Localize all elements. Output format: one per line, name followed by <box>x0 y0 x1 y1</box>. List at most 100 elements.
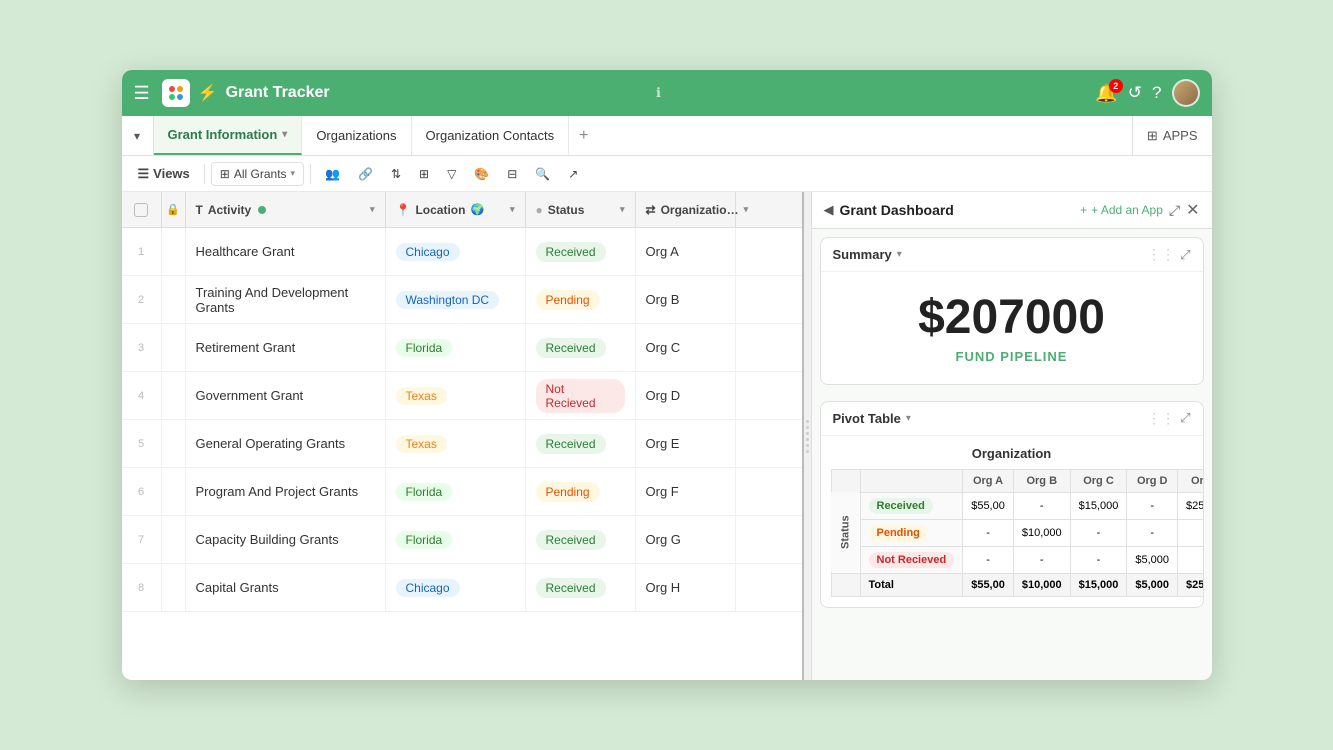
palette-icon-btn[interactable]: 🎨 <box>466 163 497 185</box>
row-lock <box>162 420 186 467</box>
row-number: 7 <box>122 516 162 563</box>
panel-title: Grant Dashboard <box>840 202 1075 218</box>
row-lock <box>162 564 186 611</box>
share-icon-btn[interactable]: ↗ <box>560 163 586 185</box>
table-row[interactable]: 7 Capacity Building Grants Florida Recei… <box>122 516 802 564</box>
panel-header: ◀ Grant Dashboard + + Add an App ⤢ ✕ <box>812 192 1212 229</box>
row-lock <box>162 324 186 371</box>
table-row[interactable]: 1 Healthcare Grant Chicago Received Org … <box>122 228 802 276</box>
row-status: Received <box>526 228 636 275</box>
columns-icon: ⊟ <box>507 167 517 181</box>
table-row[interactable]: 5 General Operating Grants Texas Receive… <box>122 420 802 468</box>
apps-icon: ⊞ <box>1147 128 1158 144</box>
pivot-cell: $15,000 <box>1070 492 1127 519</box>
th-activity-caret: ▾ <box>370 204 375 215</box>
table-row[interactable]: 6 Program And Project Grants Florida Pen… <box>122 468 802 516</box>
table-row[interactable]: 3 Retirement Grant Florida Received Org … <box>122 324 802 372</box>
summary-drag-handle[interactable]: ⋮⋮ <box>1147 246 1175 263</box>
row-lock <box>162 372 186 419</box>
notifications-button[interactable]: 🔔 2 <box>1095 83 1117 104</box>
share-icon: ↗ <box>568 167 578 181</box>
row-location: Chicago <box>386 228 526 275</box>
th-organization[interactable]: ⇄ Organizatio… ▾ <box>636 192 736 227</box>
pivot-cell: - <box>1178 519 1203 546</box>
panel-close-icon[interactable]: ✕ <box>1186 200 1199 220</box>
th-location[interactable]: 📍 Location 🌍 ▾ <box>386 192 526 227</box>
select-all-checkbox[interactable] <box>134 203 148 217</box>
pivot-cell: - <box>963 546 1014 573</box>
table-row[interactable]: 2 Training And Development Grants Washin… <box>122 276 802 324</box>
row-org: Org H <box>636 564 736 611</box>
location-resize-handle[interactable] <box>521 192 525 227</box>
row-number: 8 <box>122 564 162 611</box>
columns-icon-btn[interactable]: ⊟ <box>499 163 525 185</box>
status-tag: Not Recieved <box>536 379 625 413</box>
people-icon-btn[interactable]: 👥 <box>317 163 348 185</box>
location-tag: Washington DC <box>396 291 500 309</box>
location-tag: Florida <box>396 339 453 357</box>
summary-amount: $207000 <box>918 292 1105 345</box>
pivot-caret[interactable]: ▾ <box>906 413 911 424</box>
tab-add-button[interactable]: + <box>569 116 598 155</box>
row-number: 1 <box>122 228 162 275</box>
notification-badge: 2 <box>1109 79 1123 93</box>
row-org: Org G <box>636 516 736 563</box>
avatar[interactable] <box>1172 79 1200 107</box>
row-status: Pending <box>526 276 636 323</box>
activity-resize-handle[interactable] <box>381 192 385 227</box>
status-resize-handle[interactable] <box>631 192 635 227</box>
tabs-row: ▾ Grant Information ▾ Organizations Orga… <box>122 116 1212 156</box>
th-status[interactable]: ● Status ▾ <box>526 192 636 227</box>
tab-organizations[interactable]: Organizations <box>302 116 411 155</box>
panel-expand-icon[interactable]: ⤢ <box>1169 202 1180 219</box>
table-row[interactable]: 4 Government Grant Texas Not Recieved Or… <box>122 372 802 420</box>
panel-collapse-icon[interactable]: ◀ <box>824 202 834 218</box>
th-checkbox[interactable] <box>122 192 162 227</box>
table-icon-btn[interactable]: ⊞ <box>411 163 437 185</box>
pivot-th-col: Org E <box>1178 469 1203 492</box>
add-app-label: + Add an App <box>1091 203 1163 217</box>
hamburger-icon[interactable]: ☰ <box>134 83 150 104</box>
info-icon[interactable]: ℹ <box>656 85 661 101</box>
summary-caret[interactable]: ▾ <box>897 249 902 260</box>
tab-org-contacts[interactable]: Organization Contacts <box>412 116 570 155</box>
apps-button[interactable]: ⊞ APPS <box>1132 116 1212 155</box>
tab-grant-information[interactable]: Grant Information ▾ <box>154 116 303 155</box>
row-location: Florida <box>386 468 526 515</box>
table-row[interactable]: 8 Capital Grants Chicago Received Org H <box>122 564 802 612</box>
pivot-expand-icon[interactable]: ⤢ <box>1180 410 1190 426</box>
views-button[interactable]: ☰ Views <box>130 162 198 186</box>
row-location: Texas <box>386 420 526 467</box>
tab-scroll-left[interactable]: ▾ <box>122 116 154 155</box>
row-activity: Government Grant <box>186 372 386 419</box>
row-number: 2 <box>122 276 162 323</box>
help-icon[interactable]: ? <box>1152 83 1161 103</box>
tab-grant-info-label: Grant Information <box>168 127 278 142</box>
row-org: Org B <box>636 276 736 323</box>
link-icon-btn[interactable]: 🔗 <box>350 163 381 185</box>
row-number: 6 <box>122 468 162 515</box>
views-label: Views <box>153 166 190 181</box>
history-icon[interactable]: ↺ <box>1128 83 1142 103</box>
location-tag: Texas <box>396 435 447 453</box>
pivot-th-col: Org D <box>1127 469 1178 492</box>
filter-icon-btn[interactable]: ⇅ <box>383 163 409 185</box>
pivot-th-empty <box>831 469 860 492</box>
org-resize-handle[interactable] <box>731 192 735 227</box>
add-app-button[interactable]: + + Add an App <box>1080 203 1163 217</box>
apps-label: APPS <box>1163 128 1198 143</box>
link-icon: 🔗 <box>358 167 373 181</box>
summary-expand-icon[interactable]: ⤢ <box>1180 247 1190 263</box>
row-activity: General Operating Grants <box>186 420 386 467</box>
row-status: Pending <box>526 468 636 515</box>
th-location-globe: 🌍 <box>470 203 484 216</box>
pivot-drag-handle[interactable]: ⋮⋮ <box>1147 410 1175 427</box>
location-tag: Florida <box>396 531 453 549</box>
panel-resize-handle[interactable] <box>804 192 812 680</box>
all-grants-button[interactable]: ⊞ All Grants ▾ <box>211 162 304 186</box>
search-icon-btn[interactable]: 🔍 <box>527 163 558 185</box>
location-tag: Chicago <box>396 579 460 597</box>
th-activity[interactable]: T Activity ▾ <box>186 192 386 227</box>
funnel-icon-btn[interactable]: ▽ <box>439 163 464 185</box>
pivot-status-tag: Received <box>869 498 933 514</box>
